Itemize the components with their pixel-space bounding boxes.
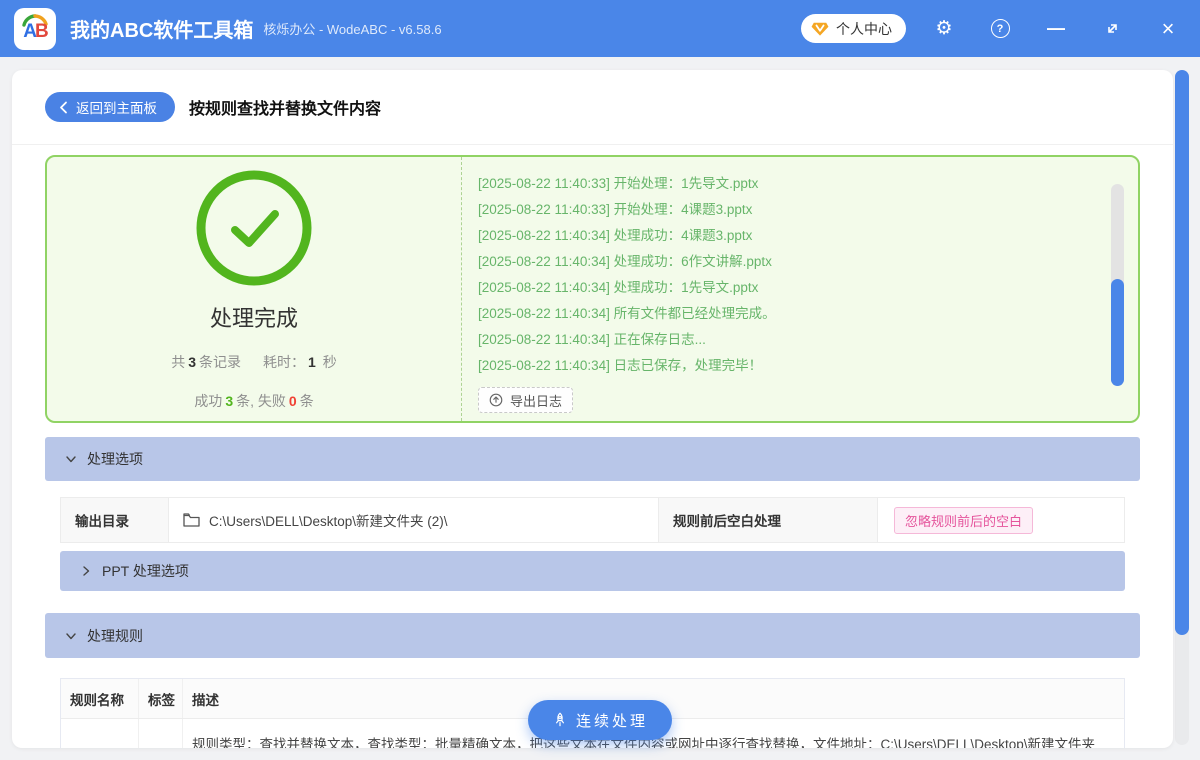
total-count: 3 [188,354,197,370]
vip-gem-icon [811,22,829,36]
stats-result-line: 成功 3 条, 失败 0 条 [194,393,314,409]
app-title: 我的ABC软件工具箱 [70,20,254,42]
whitespace-tag-cell: 忽略规则前后的空白 [878,498,1124,542]
log-line: [2025-08-22 11:40:33] 开始处理：4课题3.pptx [478,202,753,217]
rule-name: 默认规则 [61,719,139,748]
user-center-label: 个人中心 [836,20,892,37]
app-subtitle: 核烁办公 - WodeABC - v6.58.6 [263,22,442,37]
main-card: 返回到主面板 按规则查找并替换文件内容 处理完成 共 3 条记录 耗时： 1 秒 成功 3… [12,70,1173,748]
help-icon[interactable]: ? [982,11,1018,47]
settings-icon[interactable]: ⚙ [926,11,962,47]
section-header-ppt-options[interactable]: PPT 处理选项 [60,551,1125,591]
help-glyph: ? [990,19,1010,38]
app-logo-icon: AB [14,7,56,50]
log-scrollbar-track[interactable] [1111,184,1124,386]
titlebar: AB 我的ABC软件工具箱 核烁办公 - WodeABC - v6.58.6 个… [0,0,1200,57]
chevron-down-icon [66,456,76,463]
resize-arrow-icon [1107,24,1117,33]
log-line: [2025-08-22 11:40:34] 正在保存日志... [478,332,706,347]
page-scrollbar-track[interactable] [1175,70,1189,745]
section-ppt-label: PPT 处理选项 [102,563,189,579]
col-rule-tag: 标签 [139,679,183,718]
page-title: 按规则查找并替换文件内容 [189,101,382,118]
section-rules-label: 处理规则 [87,627,143,644]
section-header-options[interactable]: 处理选项 [45,437,1140,481]
result-panel: 处理完成 共 3 条记录 耗时： 1 秒 成功 3 条, 失败 0 条 [2025-08-22 … [45,155,1140,423]
output-dir-value[interactable]: C:\Users\DELL\Desktop\新建文件夹 (2)\ [169,498,658,542]
success-check-icon [196,170,312,286]
page-scrollbar-thumb[interactable] [1175,70,1189,635]
fail-count: 0 [288,393,297,409]
success-count: 3 [225,393,234,409]
log-line: [2025-08-22 11:40:34] 日志已保存，处理完毕！ [478,358,763,373]
back-button-label: 返回到主面板 [76,101,157,116]
continue-button[interactable]: 连续处理 [528,700,672,740]
minimize-icon[interactable]: — [1038,11,1074,47]
log-scrollbar-thumb[interactable] [1111,279,1124,386]
export-icon [489,393,503,407]
log-line: [2025-08-22 11:40:34] 所有文件都已经处理完成。 [478,306,776,321]
continue-button-label: 连续处理 [575,712,648,730]
close-icon[interactable]: × [1150,11,1186,47]
export-log-label: 导出日志 [510,393,563,409]
options-row: 输出目录 C:\Users\DELL\Desktop\新建文件夹 (2)\ 规则… [60,497,1125,543]
chevron-left-icon [60,101,67,113]
logo-letters: AB [23,20,48,42]
section-options-label: 处理选项 [87,451,143,467]
back-button[interactable]: 返回到主面板 [45,92,175,122]
chevron-right-icon [83,566,90,576]
log-line: [2025-08-22 11:40:34] 处理成功：6作文讲解.pptx [478,254,772,269]
chevron-down-icon [66,632,76,639]
section-header-rules[interactable]: 处理规则 [45,613,1140,658]
whitespace-label: 规则前后空白处理 [658,498,878,542]
log-line: [2025-08-22 11:40:34] 处理成功：4课题3.pptx [478,228,753,243]
folder-icon [183,513,200,527]
page-header: 返回到主面板 按规则查找并替换文件内容 [12,70,1173,145]
rocket-icon [555,712,564,727]
log-line: [2025-08-22 11:40:33] 开始处理：1先导文.pptx [478,176,759,191]
rule-tag [139,719,183,748]
time-value: 1 [308,354,316,370]
log-line: [2025-08-22 11:40:34] 处理成功：1先导文.pptx [478,280,759,295]
output-dir-path: C:\Users\DELL\Desktop\新建文件夹 (2)\ [209,514,448,529]
log-area: [2025-08-22 11:40:33] 开始处理：1先导文.pptx [20… [462,157,1138,421]
status-title: 处理完成 [209,306,298,331]
maximize-icon[interactable] [1094,11,1130,47]
output-dir-label: 输出目录 [61,498,169,542]
result-summary: 处理完成 共 3 条记录 耗时： 1 秒 成功 3 条, 失败 0 条 [47,157,462,421]
col-rule-name: 规则名称 [61,679,139,718]
export-log-button[interactable]: 导出日志 [478,387,574,413]
user-center-button[interactable]: 个人中心 [801,14,906,43]
whitespace-tag[interactable]: 忽略规则前后的空白 [894,506,1034,534]
stats-total-line: 共 3 条记录 耗时： 1 秒 [171,354,337,370]
